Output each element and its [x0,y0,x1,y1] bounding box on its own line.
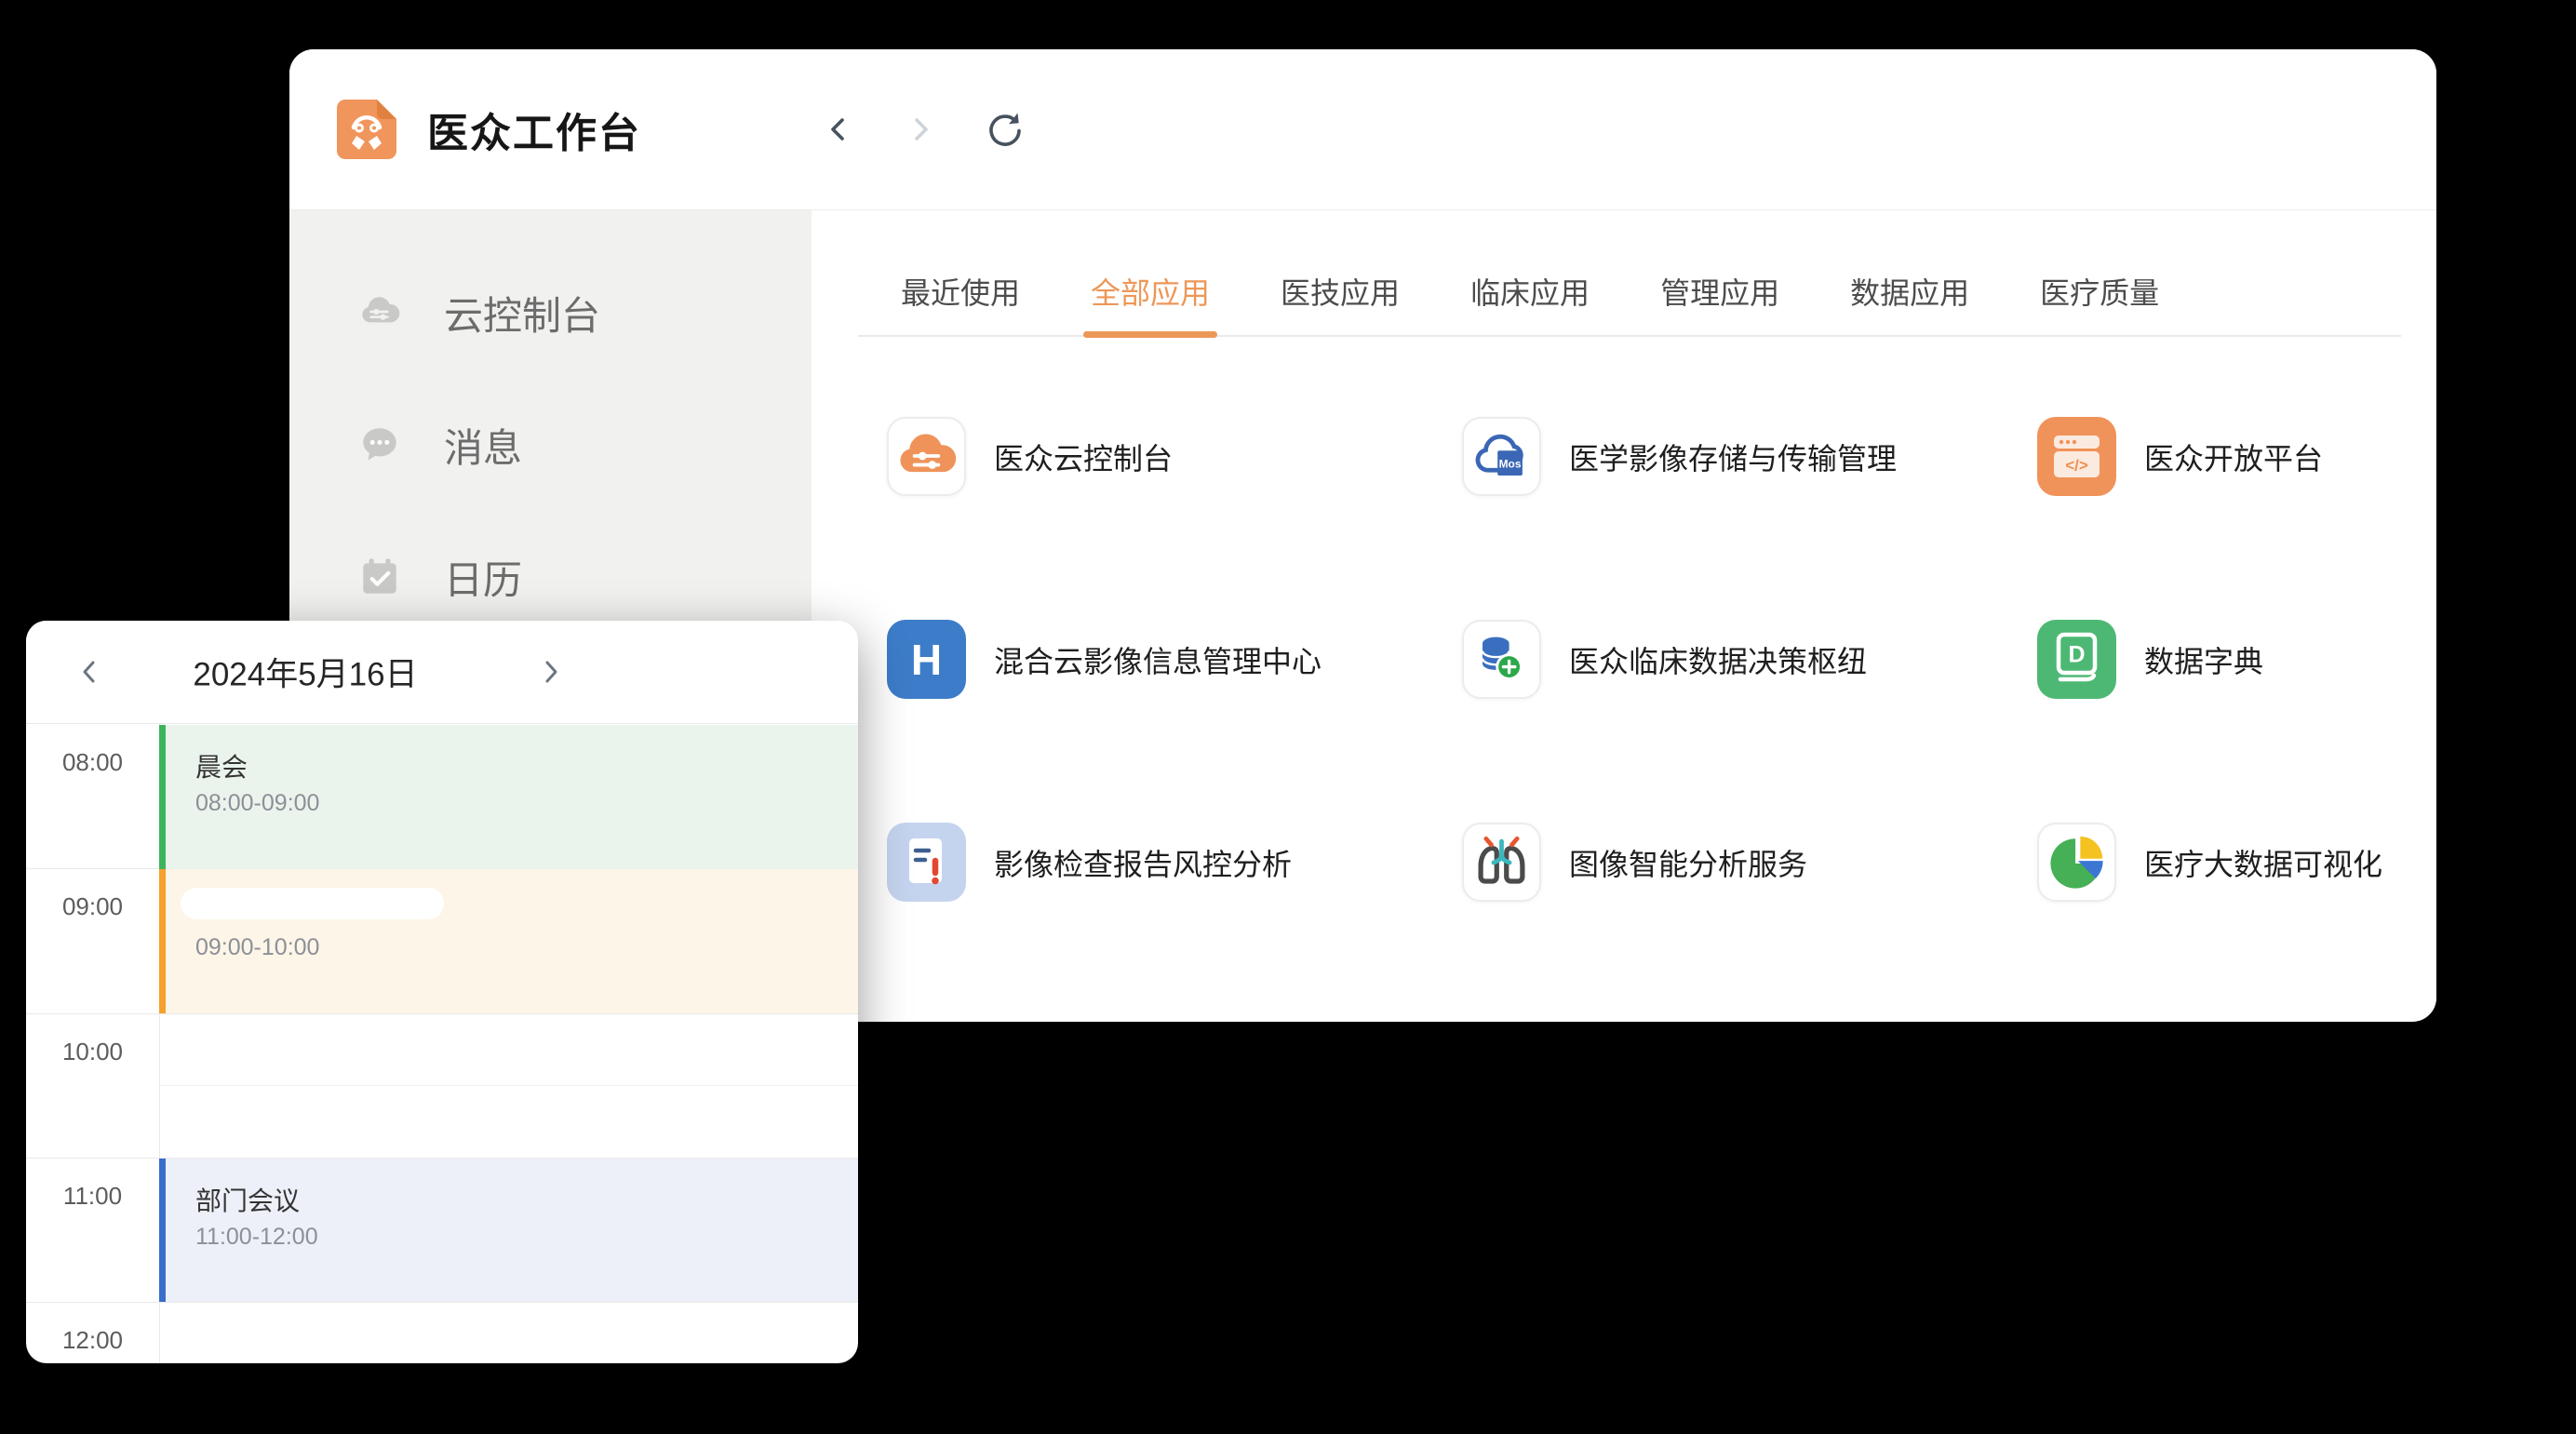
tab-data-apps[interactable]: 数据应用 [1850,270,1969,313]
page-title: 医众工作台 [427,100,641,159]
tab-recently-used[interactable]: 最近使用 [901,270,1020,313]
refresh-button-refresh-icon[interactable] [982,109,1023,150]
tab-management-apps[interactable]: 管理应用 [1660,270,1779,313]
database-plus-icon [1462,620,1541,699]
report-alert-icon [887,823,966,902]
app-medical-image-storage[interactable]: Mos 医学影像存储与传输管理 [1462,417,2037,496]
calendar-next-chevron-right-icon[interactable] [532,653,570,690]
browser-nav [818,49,1023,209]
content-area: 最近使用 全部应用 医技应用 临床应用 管理应用 数据应用 医疗质量 [812,210,2436,1021]
app-hybrid-cloud-imaging-center[interactable]: H 混合云影像信息管理中心 [887,620,1462,699]
app-open-platform[interactable]: </> 医众开放平台 [2037,417,2436,496]
message-bubble-icon [356,422,403,468]
app-grid: 医众云控制台 Mos 医学影像存储与传输管理 [887,417,2436,902]
time-label: 12:00 [26,1326,159,1355]
app-label: 医众临床数据决策枢纽 [1569,638,1867,681]
svg-text:D: D [2068,642,2085,668]
time-label: 11:00 [26,1182,159,1211]
svg-text:</>: </> [2065,457,2088,475]
tab-medtech-apps[interactable]: 医技应用 [1281,270,1400,313]
back-button-chevron-left-icon[interactable] [818,109,859,150]
app-logo-owl-document-icon [334,97,399,162]
app-cloud-console[interactable]: 医众云控制台 [887,417,1462,496]
event-title: 晨会 [195,747,858,784]
time-label: 08:00 [26,748,159,777]
sidebar-item-label: 消息 [444,417,522,474]
calendar-event-department-meeting[interactable]: 部门会议 11:00-12:00 [159,1159,858,1302]
lungs-icon [1462,823,1541,902]
calendar-event-morning-meeting[interactable]: 晨会 08:00-09:00 [159,725,858,869]
time-label: 10:00 [26,1038,159,1066]
event-title-redacted [181,888,444,919]
half-hour-line [160,1085,858,1086]
svg-text:Mos: Mos [1499,457,1522,470]
forward-button-chevron-right-icon[interactable] [900,109,941,150]
app-label: 医疗大数据可视化 [2144,841,2382,884]
tab-all-apps[interactable]: 全部应用 [1091,270,1210,313]
app-label: 混合云影像信息管理中心 [994,638,1322,681]
app-label: 医众开放平台 [2144,436,2323,478]
sidebar-item-cloud-console[interactable]: 云控制台 [289,279,812,346]
event-time: 11:00-12:00 [195,1224,858,1251]
mos-cloud-icon: Mos [1462,417,1541,496]
event-title: 部门会议 [195,1181,858,1218]
sidebar-item-messages[interactable]: 消息 [289,411,812,478]
sidebar-item-label: 日历 [444,549,522,606]
app-big-data-visualization[interactable]: 医疗大数据可视化 [2037,823,2436,902]
hour-line [26,1302,858,1303]
app-image-ai-analysis[interactable]: 图像智能分析服务 [1462,823,2037,902]
sidebar-item-label: 云控制台 [444,285,600,342]
calendar-event-redacted[interactable]: 09:00-10:00 [159,869,858,1013]
app-label: 医学影像存储与传输管理 [1569,436,1897,478]
app-report-risk-analysis[interactable]: 影像检查报告风控分析 [887,823,1462,902]
tab-bar: 最近使用 全部应用 医技应用 临床应用 管理应用 数据应用 医疗质量 [858,270,2401,337]
hour-line [26,1013,858,1014]
app-label: 图像智能分析服务 [1569,841,1807,884]
app-label: 医众云控制台 [994,436,1173,478]
app-label: 数据字典 [2144,638,2263,681]
calendar-grid: 08:00 09:00 10:00 11:00 12:00 晨会 08:00-0… [26,723,858,1363]
calendar-panel: 2024年5月16日 08:00 09:00 10:00 11:00 12:00… [26,621,858,1363]
svg-text:H: H [911,636,942,684]
tab-clinical-apps[interactable]: 临床应用 [1470,270,1590,313]
letter-h-icon: H [887,620,966,699]
event-time: 09:00-10:00 [195,934,858,961]
cloud-settings-icon [356,289,403,336]
app-label: 影像检查报告风控分析 [994,841,1292,884]
dictionary-book-icon: D [2037,620,2116,699]
app-data-dictionary[interactable]: D 数据字典 [2037,620,2436,699]
time-label: 09:00 [26,892,159,921]
calendar-date-title: 2024年5月16日 [156,649,454,696]
calendar-check-icon [356,554,403,600]
code-window-icon: </> [2037,417,2116,496]
calendar-header: 2024年5月16日 [26,621,858,723]
pie-chart-icon [2037,823,2116,902]
event-time: 08:00-09:00 [195,790,858,817]
sidebar-item-calendar[interactable]: 日历 [289,543,812,610]
cloud-sliders-icon [887,417,966,496]
app-clinical-data-hub[interactable]: 医众临床数据决策枢纽 [1462,620,2037,699]
window-header: 医众工作台 [289,49,2436,210]
tab-medical-quality[interactable]: 医疗质量 [2040,270,2159,313]
calendar-prev-chevron-left-icon[interactable] [71,653,108,690]
